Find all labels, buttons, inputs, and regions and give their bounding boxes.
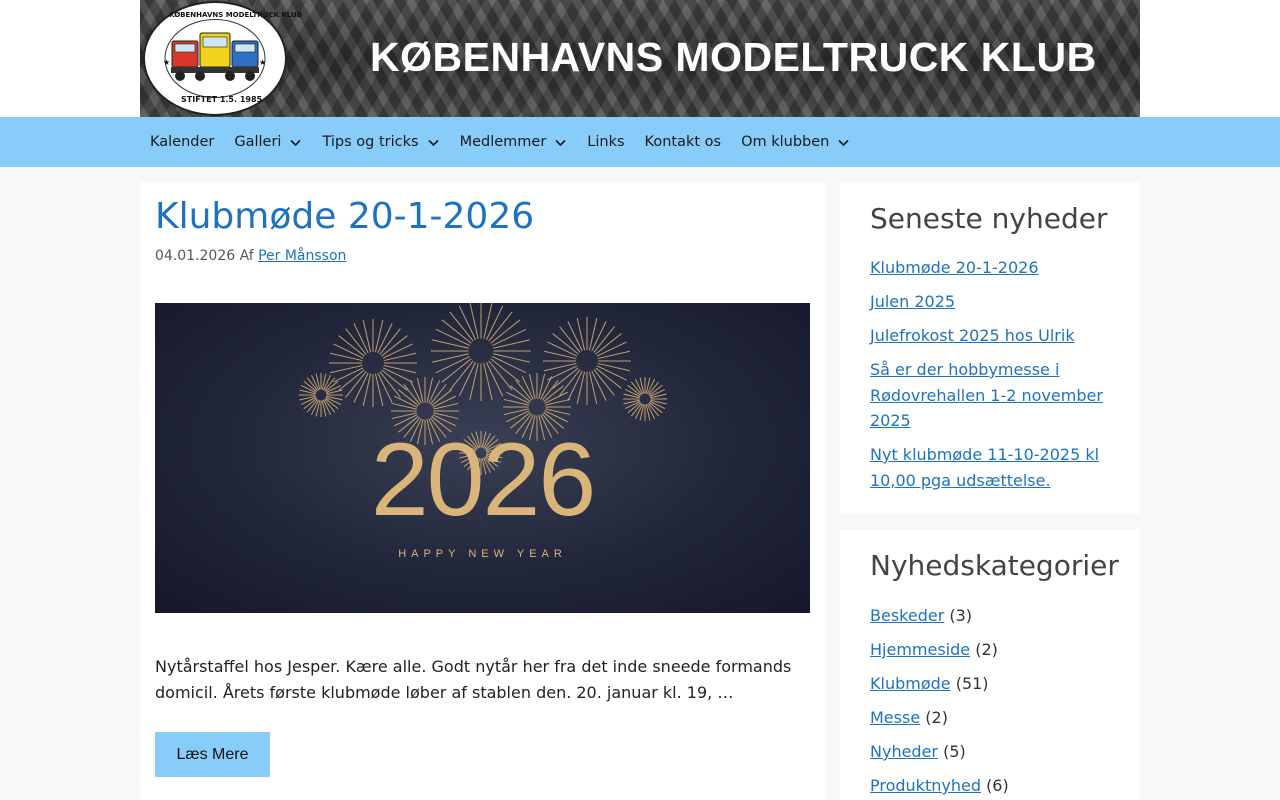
nav-item-links[interactable]: Links bbox=[577, 117, 634, 167]
nav-item-kontakt-os[interactable]: Kontakt os bbox=[635, 117, 732, 167]
nav-item-om-klubben[interactable]: Om klubben bbox=[731, 117, 860, 167]
nav-item-tips-og-tricks[interactable]: Tips og tricks bbox=[312, 117, 449, 167]
category-count: (51) bbox=[955, 674, 989, 693]
post-meta: 04.01.2026 Af Per Månsson bbox=[155, 248, 346, 264]
category-item: Beskeder (3) bbox=[870, 603, 1110, 629]
recent-post-item: Julen 2025 bbox=[870, 289, 1110, 315]
category-link[interactable]: Beskeder bbox=[870, 606, 944, 625]
site-title[interactable]: KØBENHAVNS MODELTRUCK KLUB bbox=[370, 34, 1097, 81]
recent-post-item: Klubmøde 20-1-2026 bbox=[870, 255, 1110, 281]
nav-item-kalender[interactable]: Kalender bbox=[140, 117, 224, 167]
nav-item-label: Galleri bbox=[234, 134, 282, 150]
recent-post-item: Julefrokost 2025 hos Ulrik bbox=[870, 323, 1110, 349]
nav-item-label: Links bbox=[587, 134, 625, 150]
chevron-down-icon[interactable] bbox=[554, 136, 567, 149]
categories-title: Nyhedskategorier bbox=[870, 549, 1119, 582]
recent-post-link[interactable]: Klubmøde 20-1-2026 bbox=[870, 258, 1039, 277]
recent-post-link[interactable]: Så er der hobbymesse i Rødovrehallen 1-2… bbox=[870, 360, 1103, 430]
post-author-link[interactable]: Per Månsson bbox=[258, 248, 346, 264]
logo-text-bottom: STIFTET 1.5. 1985 bbox=[181, 95, 263, 104]
recent-post-link[interactable]: Julen 2025 bbox=[870, 292, 955, 311]
category-item: Messe (2) bbox=[870, 705, 1110, 731]
recent-posts-title: Seneste nyheder bbox=[870, 202, 1108, 235]
hero-subtitle-text: HAPPY NEW YEAR bbox=[398, 548, 567, 560]
category-count: (3) bbox=[949, 606, 973, 625]
nav-item-label: Kalender bbox=[150, 134, 215, 150]
recent-post-item: Så er der hobbymesse i Rødovrehallen 1-2… bbox=[870, 357, 1110, 434]
recent-post-link[interactable]: Julefrokost 2025 hos Ulrik bbox=[870, 326, 1075, 345]
category-count: (2) bbox=[925, 708, 948, 727]
nav-item-label: Kontakt os bbox=[644, 134, 722, 150]
categories-widget: Nyhedskategorier Beskeder (3) Hjemmeside … bbox=[840, 529, 1140, 800]
category-item: Produktnyhed (6) bbox=[870, 773, 1110, 799]
category-count: (2) bbox=[975, 640, 998, 659]
category-link[interactable]: Nyheder bbox=[870, 742, 938, 761]
nav-item-label: Om klubben bbox=[741, 134, 830, 150]
category-link[interactable]: Hjemmeside bbox=[870, 640, 970, 659]
nav-item-galleri[interactable]: Galleri bbox=[224, 117, 312, 167]
club-logo[interactable]: ★ ★ KØBENHAVNS MODELTRUCK KLUB STIFTET 1… bbox=[143, 1, 302, 116]
read-more-button[interactable]: Læs Mere bbox=[155, 732, 270, 777]
firework-burst bbox=[623, 377, 667, 421]
categories-list: Beskeder (3) Hjemmeside (2) Klubmøde (51) M… bbox=[870, 603, 1110, 800]
category-link[interactable]: Produktnyhed bbox=[870, 776, 981, 795]
chevron-down-icon[interactable] bbox=[289, 136, 302, 149]
post-date: 04.01.2026 bbox=[155, 248, 236, 264]
logo-text-top: KØBENHAVNS MODELTRUCK KLUB bbox=[169, 11, 303, 19]
recent-post-link[interactable]: Nyt klubmøde 11-10-2025 kl 10,00 pga uds… bbox=[870, 445, 1099, 490]
main-navigation: Kalender Galleri Tips og tricks Medlemmer Li… bbox=[0, 117, 1280, 167]
post-featured-image[interactable]: 2026 HAPPY NEW YEAR bbox=[155, 303, 810, 613]
recent-posts-widget: Seneste nyheder Klubmøde 20-1-2026 Julen … bbox=[840, 182, 1140, 514]
post-article: Klubmøde 20-1-2026 04.01.2026 Af Per Mån… bbox=[140, 182, 825, 800]
category-item: Klubmøde (51) bbox=[870, 671, 1110, 697]
nav-item-label: Medlemmer bbox=[459, 134, 547, 150]
firework-burst bbox=[299, 373, 343, 417]
site-header: ★ ★ KØBENHAVNS MODELTRUCK KLUB STIFTET 1… bbox=[0, 0, 1280, 117]
chevron-down-icon[interactable] bbox=[837, 136, 850, 149]
svg-text:★: ★ bbox=[259, 58, 266, 67]
recent-post-item: Nyt klubmøde 11-10-2025 kl 10,00 pga uds… bbox=[870, 442, 1110, 493]
recent-posts-list: Klubmøde 20-1-2026 Julen 2025 Julefrokost … bbox=[870, 255, 1110, 502]
category-item: Hjemmeside (2) bbox=[870, 637, 1110, 663]
hero-year-text: 2026 bbox=[370, 422, 596, 538]
category-count: (5) bbox=[943, 742, 966, 761]
chevron-down-icon[interactable] bbox=[427, 136, 440, 149]
firework-burst bbox=[431, 303, 531, 401]
category-link[interactable]: Messe bbox=[870, 708, 920, 727]
post-title-link[interactable]: Klubmøde 20-1-2026 bbox=[155, 196, 534, 237]
header-banner[interactable]: ★ ★ KØBENHAVNS MODELTRUCK KLUB STIFTET 1… bbox=[140, 0, 1140, 117]
post-by-label: Af bbox=[239, 248, 254, 264]
category-link[interactable]: Klubmøde bbox=[870, 674, 951, 693]
nav-item-medlemmer[interactable]: Medlemmer bbox=[450, 117, 578, 167]
nav-item-label: Tips og tricks bbox=[322, 134, 419, 150]
category-count: (6) bbox=[986, 776, 1009, 795]
category-item: Nyheder (5) bbox=[870, 739, 1110, 765]
nav-menu: Kalender Galleri Tips og tricks Medlemmer Li… bbox=[140, 117, 860, 167]
post-excerpt: Nytårstaffel hos Jesper. Kære alle. Godt… bbox=[155, 657, 792, 702]
svg-text:★: ★ bbox=[163, 58, 170, 67]
